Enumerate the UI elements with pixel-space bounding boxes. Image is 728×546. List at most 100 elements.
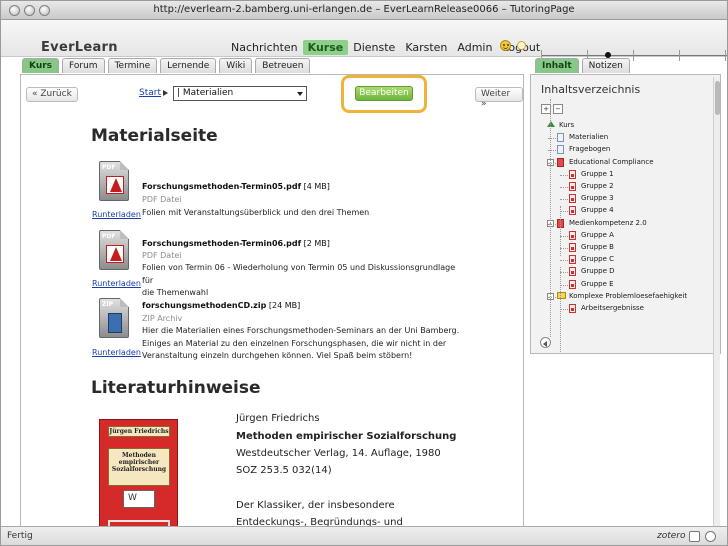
tab-notizen[interactable]: Notizen — [581, 58, 630, 73]
toc-item[interactable]: Kurs — [559, 121, 574, 129]
book-comment-line: Der Klassiker, der insbesondere — [236, 500, 395, 511]
file-description-line: Folien mit Veranstaltungsüberblick und d… — [142, 208, 370, 217]
tab-inhalt[interactable]: Inhalt — [535, 58, 579, 73]
tree-connector — [560, 309, 568, 310]
tab-forum[interactable]: Forum — [62, 58, 105, 73]
nav-nachrichten[interactable]: Nachrichten — [226, 40, 303, 55]
pointer-icon[interactable] — [517, 41, 526, 50]
toc-item[interactable]: Gruppe B — [581, 243, 614, 251]
tree-connector — [560, 284, 568, 286]
zip-file-icon[interactable]: ZIP — [99, 298, 129, 338]
file-description: Folien von Termin 06 - Wiederholung von … — [142, 262, 462, 300]
file-name-text[interactable]: Forschungsmethoden-Termin05.pdf — [142, 182, 301, 191]
tree-connector — [560, 248, 568, 249]
tree-connector — [560, 260, 568, 262]
tree-connector — [560, 187, 568, 188]
file-type: PDF Datei — [142, 251, 182, 260]
pdf-file-icon[interactable]: PDF — [99, 230, 129, 270]
tree-connector — [560, 174, 568, 176]
tree-connector — [560, 272, 568, 274]
pdf-icon — [569, 255, 576, 265]
toc-item[interactable]: Komplexe Problemloesefaehigkeit — [569, 292, 687, 300]
file-name-text[interactable]: Forschungsmethoden-Termin06.pdf — [142, 239, 301, 248]
toc-item[interactable]: Gruppe 1 — [581, 170, 614, 178]
pdf-icon — [569, 267, 576, 277]
page-icon — [557, 145, 564, 155]
file-name: Forschungsmethoden-Termin05.pdf [4 MB] — [142, 182, 330, 191]
edit-button[interactable]: Bearbeiten — [355, 86, 413, 101]
toc-item[interactable]: Arbeitsergebnisse — [581, 304, 644, 312]
toc-item[interactable]: Gruppe 4 — [581, 206, 614, 214]
status-page-icon[interactable] — [689, 531, 700, 542]
panel-collapse-icon[interactable] — [540, 337, 551, 348]
back-button[interactable]: « Zurück — [26, 87, 78, 102]
toc-item[interactable]: Gruppe 2 — [581, 182, 614, 190]
vertical-scrollbar[interactable] — [713, 77, 720, 529]
book-signature: SOZ 253.5 032(14) — [236, 465, 332, 476]
scrollbar-thumb[interactable] — [715, 81, 720, 115]
file-type: ZIP Archiv — [142, 314, 183, 323]
page-select[interactable]: | Materialien — [173, 86, 307, 101]
file-description-line: die Themenwahl — [142, 288, 209, 297]
page-icon — [557, 133, 564, 143]
file-description: Folien mit Veranstaltungsüberblick und d… — [142, 207, 462, 220]
toc-title: Inhaltsverzeichnis — [541, 83, 641, 96]
main-content: « Zurück Start | Materialien Bearbeiten … — [20, 74, 524, 534]
literature-heading: Literaturhinweise — [91, 378, 261, 398]
download-link[interactable]: Runterladen — [92, 210, 141, 219]
nav-dienste[interactable]: Dienste — [348, 40, 400, 55]
file-name-text[interactable]: forschungsmethodenCD.zip — [142, 301, 266, 310]
book-cover-image: Jürgen Friedrichs Methoden empirischer S… — [99, 419, 178, 533]
everlearn-logo[interactable]: EverLearn — [41, 40, 118, 55]
title-bar: http://everlearn-2.bamberg.uni-erlangen.… — [1, 1, 727, 20]
download-link[interactable]: Runterladen — [92, 279, 141, 288]
tab-lernende[interactable]: Lernende — [160, 58, 217, 73]
status-sync-icon[interactable] — [705, 531, 716, 542]
toc-item[interactable]: Materialien — [569, 133, 608, 141]
nav-karsten[interactable]: Karsten — [400, 40, 452, 55]
file-description: Hier die Materialien eines Forschungsmet… — [142, 325, 462, 363]
next-button[interactable]: Weiter » — [475, 87, 523, 109]
toc-item[interactable]: Gruppe C — [581, 255, 614, 263]
book-icon — [557, 157, 564, 167]
pdf-icon — [569, 304, 576, 313]
course-tabs: Kurs Forum Termine Lernende Wiki Betreuen — [22, 58, 311, 74]
toc-item[interactable]: Medienkompetenz 2.0 — [569, 219, 647, 227]
toc-item[interactable]: Gruppe A — [581, 231, 614, 239]
pdf-icon — [569, 169, 576, 179]
tab-kurs[interactable]: Kurs — [22, 58, 60, 73]
file-description-line: Folien von Termin 06 - Wiederholung von … — [142, 263, 456, 285]
collapse-all-icon[interactable]: − — [553, 104, 563, 114]
nav-kurse[interactable]: Kurse — [302, 40, 349, 55]
book-publisher: Westdeutscher Verlag, 14. Auflage, 1980 — [236, 448, 441, 459]
pdf-icon — [569, 243, 576, 252]
pdf-icon — [569, 182, 576, 191]
status-text: Fertig — [7, 531, 33, 541]
start-link[interactable]: Start — [139, 88, 161, 98]
tree-connector — [560, 235, 568, 237]
download-link[interactable]: Runterladen — [92, 348, 141, 357]
pdf-file-icon[interactable]: PDF — [99, 161, 129, 201]
toc-item[interactable]: Gruppe 3 — [581, 194, 614, 202]
tree-guide — [560, 206, 561, 256]
toc-item[interactable]: Gruppe E — [581, 280, 614, 288]
nav-admin[interactable]: Admin — [452, 40, 497, 55]
zotero-label[interactable]: zotero — [657, 531, 686, 541]
file-description-line: Einiges an Material zu den einzelnen For… — [142, 338, 447, 348]
toc-item[interactable]: Educational Compliance — [569, 158, 654, 166]
tab-betreuen[interactable]: Betreuen — [255, 58, 311, 73]
smiley-icon[interactable] — [500, 40, 511, 51]
book-cover-author: Jürgen Friedrichs — [108, 426, 170, 437]
file-size: [2 MB] — [303, 239, 330, 248]
pdf-icon — [569, 206, 576, 216]
tab-wiki[interactable]: Wiki — [219, 58, 253, 73]
tree-connector — [560, 199, 568, 201]
status-bar: Fertig zotero — [1, 526, 727, 545]
tree-connector — [560, 211, 568, 213]
toc-item[interactable]: Gruppe D — [581, 267, 615, 275]
up-icon — [547, 121, 555, 129]
browser-window: http://everlearn-2.bamberg.uni-erlangen.… — [0, 0, 728, 546]
file-description-line: Hier die Materialien eines Forschungsmet… — [142, 326, 460, 335]
tab-termine[interactable]: Termine — [107, 58, 158, 73]
toc-item[interactable]: Fragebogen — [569, 145, 610, 153]
